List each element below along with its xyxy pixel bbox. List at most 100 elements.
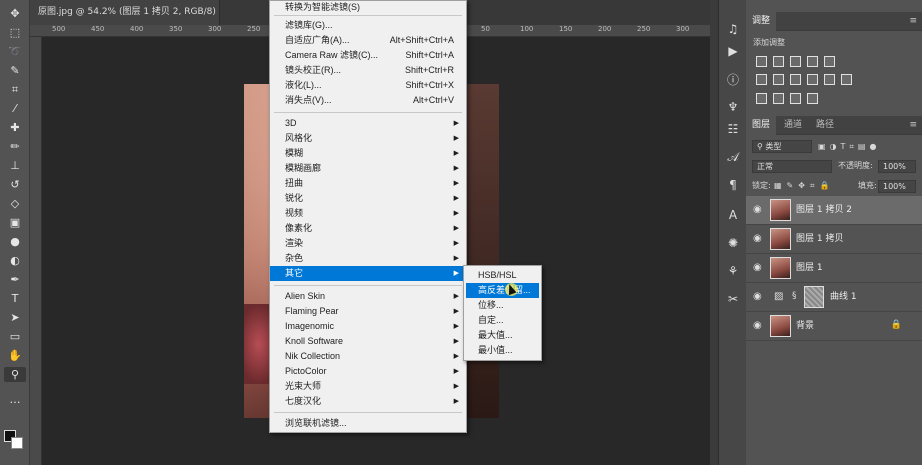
filter-menu-item[interactable]: 消失点(V)... Alt+Ctrl+V — [270, 93, 466, 108]
info-panel-icon[interactable]: ⓘ — [724, 70, 742, 88]
filter-menu-item[interactable]: 液化(L)... Shift+Ctrl+X — [270, 78, 466, 93]
filter-menu-item[interactable]: 其它 ▶ — [270, 266, 466, 281]
adjustment-option-icon[interactable] — [773, 93, 784, 104]
history-panel-icon[interactable]: ♫ — [724, 20, 742, 38]
adjustment-option-icon[interactable] — [841, 74, 852, 85]
healing-brush-tool-icon[interactable]: ✚ — [4, 120, 26, 135]
adjustments-panel-menu-icon[interactable]: ≡ — [909, 16, 917, 26]
filter-menu-item[interactable]: 扭曲 ▶ — [270, 176, 466, 191]
path-select-tool-icon[interactable]: ➤ — [4, 310, 26, 325]
paragraph-panel-icon[interactable]: ¶ — [724, 176, 742, 194]
zoom-tool-icon[interactable]: ⚲ — [4, 367, 26, 382]
swatches-panel-icon[interactable]: ⚘ — [724, 262, 742, 280]
properties-panel-icon[interactable]: ☷ — [724, 120, 742, 138]
layer-row[interactable]: ◉ 图层 1 — [746, 254, 922, 283]
crop-tool-icon[interactable]: ⌗ — [4, 82, 26, 97]
brush-tool-icon[interactable]: ✏ — [4, 139, 26, 154]
layer-row[interactable]: ◉ 图层 1 拷贝 2 — [746, 196, 922, 225]
filter-menu-item[interactable]: 光束大师 ▶ — [270, 379, 466, 394]
adjustment-option-icon[interactable] — [807, 74, 818, 85]
filter-menu-item[interactable]: 七度汉化 ▶ — [270, 394, 466, 409]
filter-menu-item[interactable]: 3D ▶ — [270, 116, 466, 131]
filter-menu-item[interactable]: 渲染 ▶ — [270, 236, 466, 251]
adjustment-option-icon[interactable] — [756, 56, 767, 67]
pen-tool-icon[interactable]: ✒ — [4, 272, 26, 287]
clone-stamp-tool-icon[interactable]: ⊥ — [4, 158, 26, 173]
adjustment-option-icon[interactable] — [773, 56, 784, 67]
adjustment-option-icon[interactable] — [790, 93, 801, 104]
filter-menu-item[interactable]: 滤镜库(G)... — [270, 18, 466, 33]
adjustment-option-icon[interactable] — [756, 74, 767, 85]
filter-menu-item[interactable]: 模糊画廊 ▶ — [270, 161, 466, 176]
glyphs-panel-icon[interactable]: A — [724, 206, 742, 224]
fill-input[interactable]: 100% — [878, 180, 916, 193]
filter-menu-item[interactable]: 镜头校正(R)... Shift+Ctrl+R — [270, 63, 466, 78]
layer-filter-kind-select[interactable]: ⚲ 类型 — [752, 140, 812, 153]
eye-visibility-icon[interactable]: ◉ — [753, 291, 762, 302]
other-submenu-item[interactable]: 最小值... — [466, 343, 539, 358]
lock-options-icons[interactable]: ▦✎✥⌗🔒 — [774, 179, 834, 193]
filter-menu-item[interactable]: Nik Collection ▶ — [270, 349, 466, 364]
hand-tool-icon[interactable]: ✋ — [4, 348, 26, 363]
adjustment-option-icon[interactable] — [790, 74, 801, 85]
gradient-tool-icon[interactable]: ▣ — [4, 215, 26, 230]
tool-presets-icon[interactable]: ✂ — [724, 290, 742, 308]
filter-menu-item[interactable]: Imagenomic ▶ — [270, 319, 466, 334]
filter-menu-item[interactable]: Flaming Pear ▶ — [270, 304, 466, 319]
filter-menu-item[interactable]: PictoColor ▶ — [270, 364, 466, 379]
blend-mode-select[interactable]: 正常 — [752, 160, 832, 173]
type-tool-icon[interactable]: T — [4, 291, 26, 306]
tab-channels[interactable]: 通道 — [778, 116, 808, 135]
history-brush-tool-icon[interactable]: ↺ — [4, 177, 26, 192]
layer-filter-icons[interactable]: ▣◑T⌗▤● — [818, 140, 880, 154]
adjustment-option-icon[interactable] — [824, 74, 835, 85]
adjustment-option-icon[interactable] — [756, 93, 767, 104]
tab-layers[interactable]: 图层 — [746, 116, 777, 135]
blur-tool-icon[interactable]: ● — [4, 234, 26, 249]
filter-menu-item[interactable]: Alien Skin ▶ — [270, 289, 466, 304]
dodge-tool-icon[interactable]: ◐ — [4, 253, 26, 268]
other-submenu-item[interactable]: 最大值... — [466, 328, 539, 343]
document-tab[interactable]: 原图.jpg @ 54.2% (图层 1 拷贝 2, RGB/8) * × — [30, 0, 220, 42]
move-tool-icon[interactable]: ✥ — [4, 6, 26, 21]
shape-tool-icon[interactable]: ▭ — [4, 329, 26, 344]
marquee-tool-icon[interactable]: ⬚ — [4, 25, 26, 40]
navigator-panel-icon[interactable]: ✺ — [724, 234, 742, 252]
filter-menu-item[interactable]: Camera Raw 滤镜(C)... Shift+Ctrl+A — [270, 48, 466, 63]
eye-visibility-icon[interactable]: ◉ — [753, 320, 762, 331]
character-panel-icon[interactable]: 𝒜 — [724, 148, 742, 166]
filter-menu-item[interactable]: 锐化 ▶ — [270, 191, 466, 206]
filter-menu-item[interactable]: 转换为智能滤镜(S) — [270, 0, 466, 15]
play-actions-icon[interactable]: ▶ — [724, 42, 742, 60]
layers-panel-menu-icon[interactable]: ≡ — [909, 120, 917, 130]
adjustment-option-icon[interactable] — [807, 93, 818, 104]
filter-menu-item[interactable]: 像素化 ▶ — [270, 221, 466, 236]
eye-visibility-icon[interactable]: ◉ — [753, 262, 762, 273]
layer-row[interactable]: ◉ 图层 1 拷贝 — [746, 225, 922, 254]
filter-menu-item[interactable]: 风格化 ▶ — [270, 131, 466, 146]
lasso-tool-icon[interactable]: ➰ — [4, 44, 26, 59]
tab-adjustments[interactable]: 调整 — [746, 12, 777, 31]
opacity-input[interactable]: 100% — [878, 160, 916, 173]
brush-presets-icon[interactable]: ♆ — [724, 98, 742, 116]
tab-paths[interactable]: 路径 — [810, 116, 840, 135]
eye-visibility-icon[interactable]: ◉ — [753, 204, 762, 215]
eye-visibility-icon[interactable]: ◉ — [753, 233, 762, 244]
filter-menu-item[interactable]: Knoll Software ▶ — [270, 334, 466, 349]
background-color-swatch[interactable] — [11, 437, 23, 449]
other-submenu-item[interactable]: 位移... — [466, 298, 539, 313]
filter-menu-item[interactable]: 模糊 ▶ — [270, 146, 466, 161]
filter-menu-item[interactable]: 浏览联机滤镜... — [270, 416, 466, 431]
more-tools-icon[interactable]: … — [4, 392, 26, 407]
adjustment-option-icon[interactable] — [824, 56, 835, 67]
layer-row[interactable]: ◉ 背景 🔒 — [746, 312, 922, 341]
eyedropper-tool-icon[interactable]: ⁄ — [4, 101, 26, 116]
filter-menu-item[interactable]: 杂色 ▶ — [270, 251, 466, 266]
filter-menu-item[interactable]: 自适应广角(A)... Alt+Shift+Ctrl+A — [270, 33, 466, 48]
other-submenu-item[interactable]: HSB/HSL — [466, 268, 539, 283]
other-submenu-item[interactable]: 自定... — [466, 313, 539, 328]
eraser-tool-icon[interactable]: ◇ — [4, 196, 26, 211]
panel-collapse-strip[interactable] — [710, 0, 718, 465]
adjustment-option-icon[interactable] — [790, 56, 801, 67]
layer-row[interactable]: ◉ ▨ § 曲线 1 — [746, 283, 922, 312]
